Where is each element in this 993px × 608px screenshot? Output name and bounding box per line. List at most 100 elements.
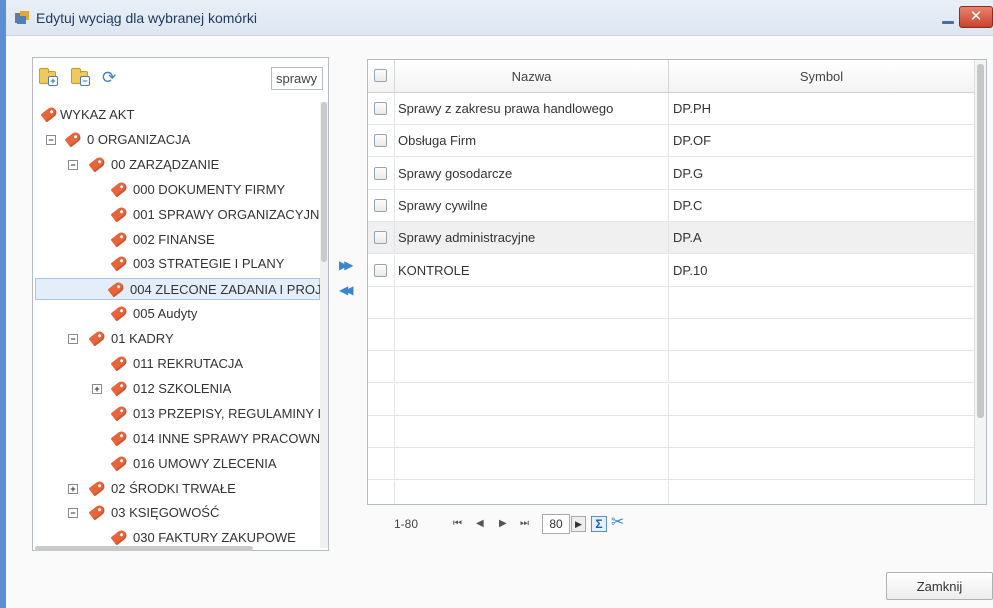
select-all-cell[interactable] xyxy=(368,60,395,93)
page-size-input[interactable]: 80 xyxy=(542,514,570,534)
tree-node[interactable]: − 00 ZARZĄDZANIE xyxy=(39,154,320,176)
row-checkbox[interactable] xyxy=(374,263,387,277)
cell-symbol xyxy=(669,351,974,383)
cell-symbol xyxy=(669,448,974,480)
row-select-cell[interactable] xyxy=(368,416,395,448)
move-left-button[interactable]: ◀◀ xyxy=(339,284,355,296)
tree-node[interactable]: +02 ŚRODKI TRWAŁE xyxy=(39,478,320,500)
row-select-cell[interactable] xyxy=(368,93,395,125)
minimize-button[interactable] xyxy=(939,12,957,26)
table-row[interactable] xyxy=(368,319,974,352)
cell-name xyxy=(395,319,669,352)
row-select-cell[interactable] xyxy=(368,254,395,287)
grid-vertical-scrollbar[interactable] xyxy=(974,60,986,504)
move-right-button[interactable]: ▶▶ xyxy=(339,259,355,271)
tree-toolbar: + − ⟳ xyxy=(33,58,328,98)
row-select-cell[interactable] xyxy=(368,189,395,222)
row-checkbox[interactable] xyxy=(374,198,387,212)
cell-symbol xyxy=(669,287,974,319)
row-checkbox[interactable] xyxy=(374,231,387,245)
refresh-icon[interactable]: ⟳ xyxy=(100,68,120,86)
tag-icon xyxy=(109,429,129,447)
tree-node[interactable]: 016 UMOWY ZLECENIA xyxy=(39,453,320,475)
tree-node-label: 03 KSIĘGOWOŚĆ xyxy=(111,505,220,521)
tree-node[interactable]: 004 ZLECONE ZADANIA I PROJEKTY xyxy=(35,278,320,301)
row-select-cell[interactable] xyxy=(368,222,395,255)
grid-scroll-thumb[interactable] xyxy=(977,64,984,418)
records-grid: Nazwa Symbol Sprawy z zakresu prawa hand… xyxy=(367,59,987,505)
close-button[interactable]: Zamknij xyxy=(886,572,993,600)
page-size-apply-button[interactable]: ▶ xyxy=(571,516,586,532)
table-row[interactable]: Sprawy gosodarcze DP.G xyxy=(368,157,974,190)
row-select-cell[interactable] xyxy=(368,125,395,158)
tree-node-label: 000 DOKUMENTY FIRMY xyxy=(133,181,286,197)
row-select-cell[interactable] xyxy=(368,286,395,319)
tree-search-input[interactable] xyxy=(271,67,323,90)
collapse-icon[interactable]: − xyxy=(68,159,78,170)
tag-icon xyxy=(109,354,129,372)
table-row[interactable] xyxy=(368,383,974,416)
tag-icon xyxy=(109,254,129,272)
row-select-cell[interactable] xyxy=(368,480,395,504)
tree-node-label: 002 FINANSE xyxy=(133,231,215,247)
sum-icon[interactable]: Σ xyxy=(591,516,607,532)
row-checkbox[interactable] xyxy=(374,166,387,180)
tree-node-label: 003 STRATEGIE I PLANY xyxy=(133,256,285,272)
table-row[interactable] xyxy=(368,286,974,319)
expand-icon[interactable]: + xyxy=(68,483,78,494)
close-window-button[interactable]: ✕ xyxy=(959,6,993,28)
table-row[interactable] xyxy=(368,416,974,448)
tree-node[interactable]: 003 STRATEGIE I PLANY xyxy=(39,253,320,275)
row-checkbox[interactable] xyxy=(374,134,387,148)
row-checkbox[interactable] xyxy=(374,102,387,115)
table-row[interactable]: Sprawy administracyjne DP.A xyxy=(368,222,974,255)
folder-edit-icon[interactable]: − xyxy=(71,68,91,86)
column-header-name[interactable]: Nazwa xyxy=(395,60,669,93)
table-row[interactable]: Sprawy z zakresu prawa handlowego DP.PH xyxy=(368,93,974,125)
tree-vertical-scrollbar[interactable] xyxy=(320,102,328,548)
tree-scroll-thumb[interactable] xyxy=(321,102,327,262)
tree-node[interactable]: 013 PRZEPISY, REGULAMINY I ZARZĄDZENIA xyxy=(39,403,320,425)
last-page-icon[interactable]: ⏭ xyxy=(520,518,529,530)
tree-node[interactable]: 011 REKRUTACJA xyxy=(39,353,320,375)
tree-node-label: 01 KADRY xyxy=(111,331,174,347)
tree-node[interactable]: 002 FINANSE xyxy=(39,229,320,251)
cell-symbol: DP.10 xyxy=(673,262,708,278)
row-select-cell[interactable] xyxy=(368,383,395,416)
row-select-cell[interactable] xyxy=(368,319,395,352)
next-page-icon[interactable]: ▶ xyxy=(499,518,507,530)
title-bar[interactable]: Edytuj wyciąg dla wybranej komórki ✕ xyxy=(6,0,993,36)
table-row[interactable]: KONTROLE DP.10 xyxy=(368,254,974,287)
cell-symbol: DP.G xyxy=(673,165,704,181)
column-header-symbol[interactable]: Symbol xyxy=(669,60,974,93)
tree-node[interactable]: 005 Audyty xyxy=(39,303,320,325)
table-row[interactable] xyxy=(368,351,974,384)
tree-node-label: 011 REKRUTACJA xyxy=(133,356,244,371)
previous-page-icon[interactable]: ◀ xyxy=(476,518,484,530)
tools-icon[interactable]: ✂ xyxy=(611,514,624,532)
collapse-icon[interactable]: − xyxy=(68,334,78,345)
tree-node[interactable]: WYKAZ AKT xyxy=(39,104,320,126)
tree-node[interactable]: − 0 ORGANIZACJA xyxy=(39,129,320,151)
tree-node[interactable]: +012 SZKOLENIA xyxy=(39,378,320,400)
tree-node[interactable]: 000 DOKUMENTY FIRMY xyxy=(39,179,320,201)
row-select-cell[interactable] xyxy=(368,351,395,384)
tree-node[interactable]: − 03 KSIĘGOWOŚĆ xyxy=(39,502,320,524)
row-select-cell[interactable] xyxy=(368,448,395,481)
table-row[interactable] xyxy=(368,448,974,481)
collapse-icon[interactable]: − xyxy=(46,134,56,145)
table-row[interactable]: Obsługa Firm DP.OF xyxy=(368,125,974,158)
folder-add-icon[interactable]: + xyxy=(39,68,59,86)
select-all-checkbox[interactable] xyxy=(374,69,387,82)
first-page-icon[interactable]: ⏮ xyxy=(453,518,462,530)
tree-horizontal-scrollbar[interactable] xyxy=(35,546,253,551)
row-select-cell[interactable] xyxy=(368,157,395,190)
tree-node[interactable]: − 01 KADRY xyxy=(39,328,320,350)
table-row[interactable] xyxy=(368,480,974,504)
table-row[interactable]: Sprawy cywilne DP.C xyxy=(368,189,974,222)
collapse-icon[interactable]: − xyxy=(68,508,78,519)
tree-node[interactable]: 001 SPRAWY ORGANIZACYJNE xyxy=(39,204,320,226)
expand-icon[interactable]: + xyxy=(92,383,102,394)
tree-node[interactable]: 014 INNE SPRAWY PRACOWNICZE xyxy=(39,428,320,450)
cell-symbol xyxy=(669,384,974,416)
